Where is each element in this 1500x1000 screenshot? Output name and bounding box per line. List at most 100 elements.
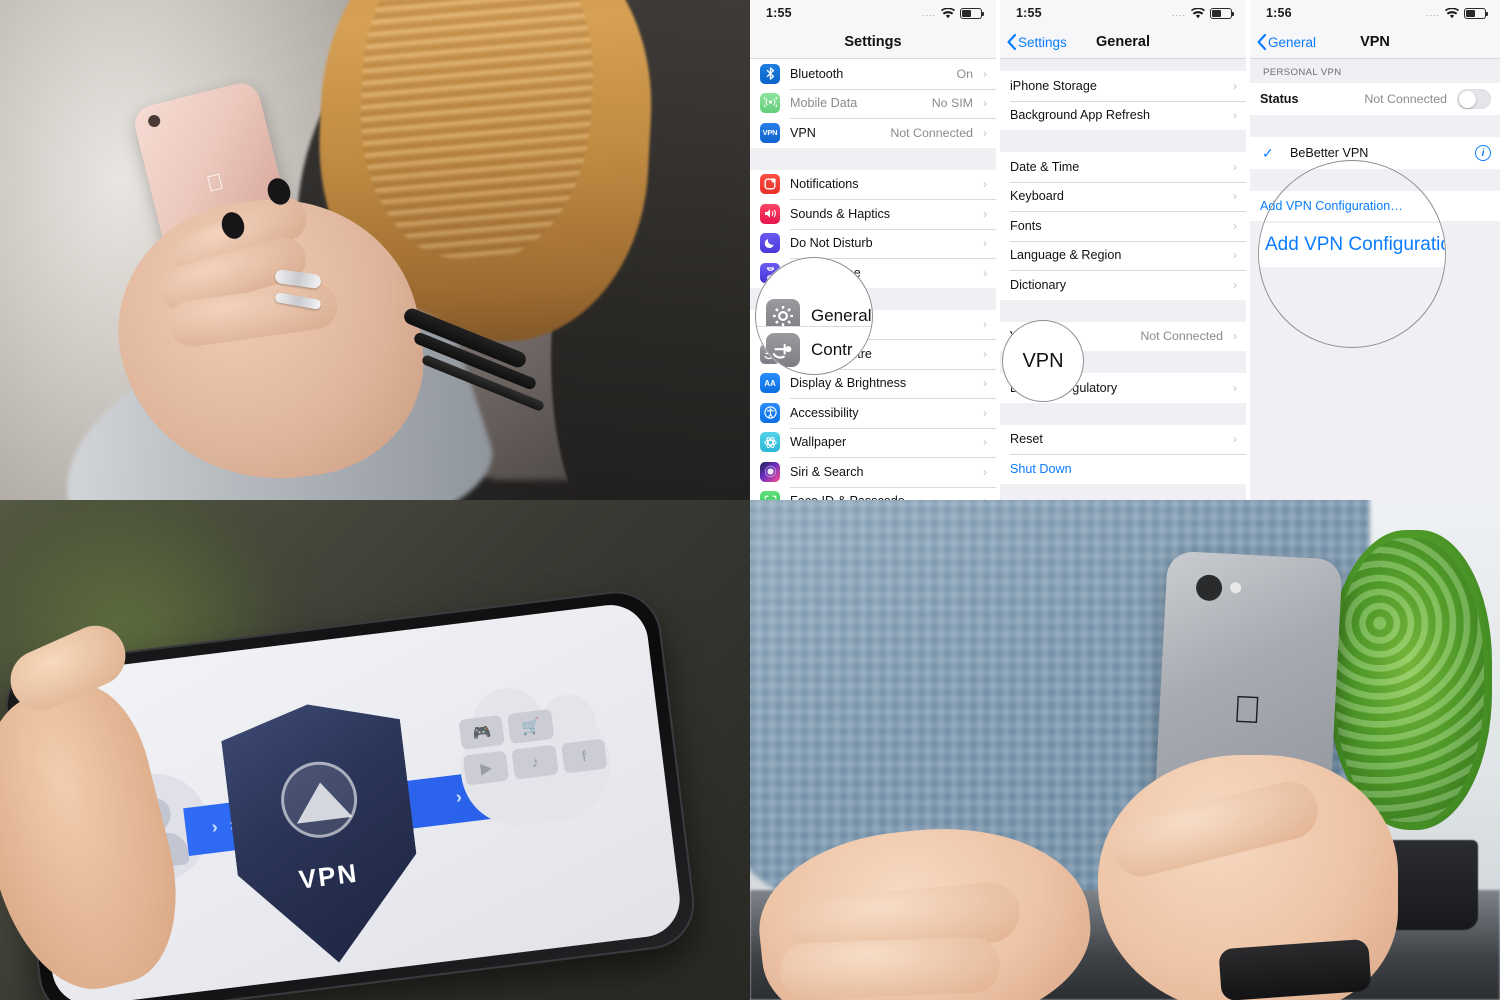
social-app-icon: f	[560, 738, 608, 774]
general-row-dictionary[interactable]: Dictionary ›	[1000, 270, 1246, 300]
settings-row-display-brightness[interactable]: AA Display & Brightness ›	[750, 368, 996, 398]
chevron-right-icon: ›	[983, 206, 987, 221]
magnifier-general: General Contr	[755, 257, 873, 375]
chevron-right-icon: ›	[1233, 277, 1237, 292]
status-bar-indicators: ....	[1171, 7, 1235, 19]
signal-dots-icon: ....	[921, 8, 936, 18]
row-label: Keyboard	[1010, 189, 1064, 204]
settings-row-do-not-disturb[interactable]: Do Not Disturb ›	[750, 228, 996, 258]
bluetooth-icon	[760, 63, 780, 84]
row-label: Reset	[1010, 432, 1043, 447]
apple-logo: 	[1232, 689, 1263, 733]
general-list[interactable]: iPhone Storage › Background App Refresh …	[1000, 59, 1246, 500]
row-label: Status	[1260, 92, 1299, 106]
section-header-personal-vpn: PERSONAL VPN	[1250, 59, 1500, 83]
navigation-bar: Settings General	[1000, 26, 1246, 59]
chevron-right-icon: ›	[1233, 159, 1237, 174]
video-app-icon: ▶	[462, 750, 510, 786]
settings-row-mobile-data[interactable]: Mobile Data No SIM ›	[750, 88, 996, 118]
iphone-settings-screen: 1:55 .... Settings Bluetooth On › Mobile…	[750, 0, 996, 500]
chevron-right-icon: ›	[983, 265, 987, 280]
general-row-reset[interactable]: Reset ›	[1000, 424, 1246, 454]
row-label: Face ID & Passcode	[790, 494, 973, 500]
navigation-bar: General VPN	[1250, 26, 1500, 59]
chevron-right-icon: ›	[983, 96, 987, 111]
general-row-keyboard[interactable]: Keyboard ›	[1000, 181, 1246, 211]
apple-logo: 	[204, 169, 226, 198]
chevron-right-icon: ›	[1233, 329, 1237, 344]
settings-row-notifications[interactable]: Notifications ›	[750, 169, 996, 199]
vpn-shield-icon: VPN	[218, 693, 428, 973]
camera-flash	[1229, 581, 1242, 594]
row-label: Mobile Data	[790, 96, 858, 111]
settings-row-vpn[interactable]: VPN VPN Not Connected ›	[750, 118, 996, 148]
middle-finger	[779, 936, 1001, 1000]
row-label: VPN	[790, 125, 816, 140]
photo-man-with-iphone: 	[750, 500, 1500, 1000]
vpn-status-row[interactable]: Status Not Connected	[1250, 83, 1500, 115]
chevron-right-icon: ›	[1233, 108, 1237, 123]
general-row-language-region[interactable]: Language & Region ›	[1000, 240, 1246, 270]
settings-row-siri-search[interactable]: Siri & Search ›	[750, 457, 996, 487]
vpn-status-toggle[interactable]	[1457, 89, 1491, 109]
group-reset: Reset › Shut Down	[1000, 424, 1246, 484]
row-label: Sounds & Haptics	[790, 206, 891, 221]
photo-woman-with-iphone: 	[0, 0, 750, 500]
accessibility-icon	[760, 402, 780, 423]
chevron-right-icon: ›	[454, 786, 463, 807]
vpn-screen-label: VPN	[297, 857, 360, 895]
mountain-icon	[277, 757, 362, 842]
vpn-tutorial-collage:  › › › ›	[0, 0, 1500, 1000]
camera-lens	[146, 113, 162, 129]
general-row-fonts[interactable]: Fonts ›	[1000, 211, 1246, 241]
settings-row-bluetooth[interactable]: Bluetooth On ›	[750, 59, 996, 89]
chevron-right-icon: ›	[210, 816, 219, 837]
settings-row-accessibility[interactable]: Accessibility ›	[750, 398, 996, 428]
magnifier-label: General	[811, 306, 872, 325]
signal-dots-icon: ....	[1171, 8, 1186, 18]
chevron-left-icon	[1257, 34, 1266, 50]
status-bar-indicators: ....	[921, 7, 985, 19]
group-separator	[1000, 59, 1246, 71]
magnifier-content: VPN	[1003, 350, 1083, 373]
settings-row-face-id-passcode[interactable]: Face ID & Passcode ›	[750, 486, 996, 500]
row-label: Do Not Disturb	[790, 236, 873, 251]
chevron-right-icon: ›	[1233, 432, 1237, 447]
general-row-background-app-refresh[interactable]: Background App Refresh ›	[1000, 100, 1246, 130]
row-label: Language & Region	[1010, 248, 1122, 263]
chevron-right-icon: ›	[983, 376, 987, 391]
row-label: Display & Brightness	[790, 376, 907, 391]
settings-row-sounds-haptics[interactable]: Sounds & Haptics ›	[750, 199, 996, 229]
do-not-disturb-icon	[760, 233, 780, 254]
chevron-right-icon: ›	[983, 346, 987, 361]
back-button[interactable]: Settings	[1000, 34, 1067, 50]
row-label: Dictionary	[1010, 277, 1066, 292]
settings-row-wallpaper[interactable]: Wallpaper ›	[750, 427, 996, 457]
chevron-right-icon: ›	[983, 125, 987, 140]
row-label: Siri & Search	[790, 464, 864, 479]
music-app-icon: ♪	[511, 744, 559, 780]
toggle-knob	[1459, 91, 1476, 108]
row-label: Date & Time	[1010, 159, 1080, 174]
wifi-icon	[1445, 7, 1459, 19]
row-value: Not Connected	[1140, 329, 1223, 344]
row-label: Background App Refresh	[1010, 108, 1151, 123]
status-bar-time: 1:55	[766, 6, 792, 20]
chevron-right-icon: ›	[983, 435, 987, 450]
row-value: Not Connected	[1364, 92, 1447, 106]
info-circle-icon[interactable]: i	[1475, 145, 1491, 161]
magnifier-label: Add VPN Configuration.	[1265, 234, 1445, 255]
row-label: BeBetter VPN	[1290, 146, 1369, 160]
wifi-icon	[1191, 7, 1205, 19]
back-button[interactable]: General	[1250, 34, 1316, 50]
status-bar: 1:55 ....	[750, 0, 996, 26]
chevron-right-icon: ›	[983, 177, 987, 192]
magnifier-add-vpn-configuration: Add VPN Configuration.	[1258, 160, 1446, 348]
general-row-iphone-storage[interactable]: iPhone Storage ›	[1000, 71, 1246, 101]
status-bar-indicators: ....	[1426, 7, 1489, 19]
general-row-shut-down[interactable]: Shut Down	[1000, 454, 1246, 484]
row-label: iPhone Storage	[1010, 78, 1097, 93]
chevron-right-icon: ›	[983, 405, 987, 420]
general-row-date-time[interactable]: Date & Time ›	[1000, 152, 1246, 182]
chevron-right-icon: ›	[1233, 380, 1237, 395]
